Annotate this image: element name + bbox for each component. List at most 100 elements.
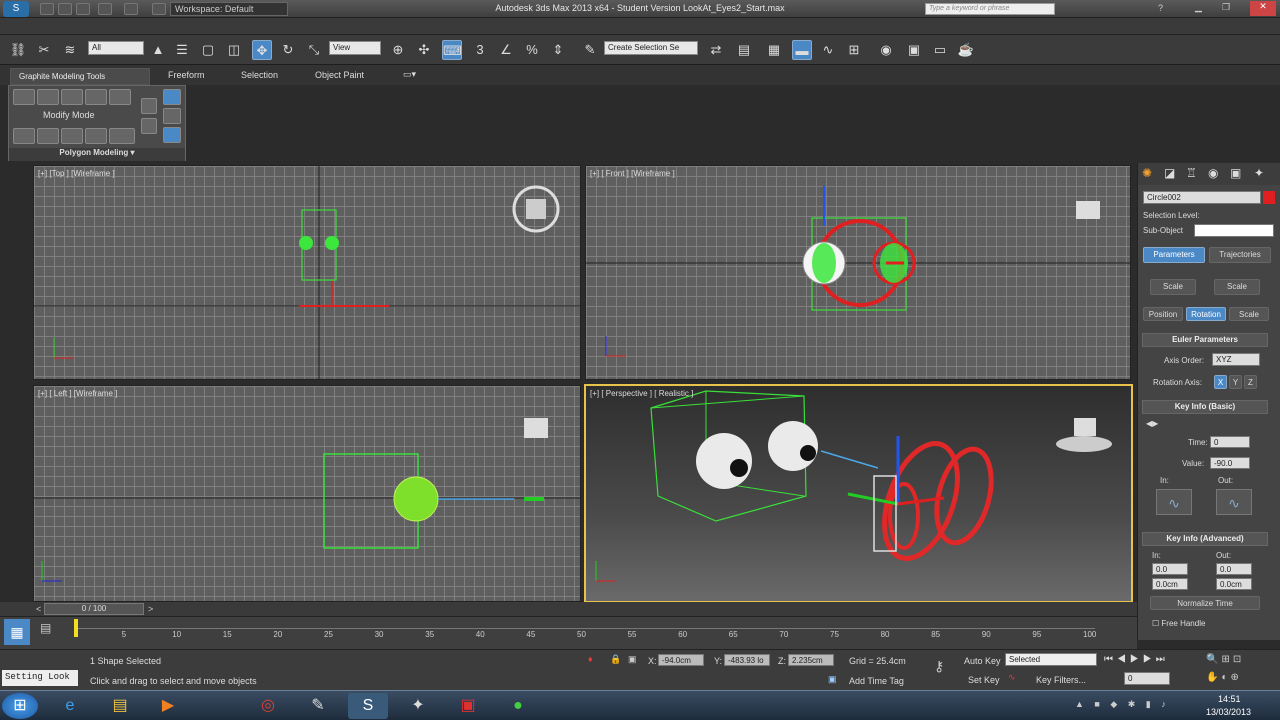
display-tab-icon[interactable]: ▣ <box>1230 166 1241 180</box>
material-editor-icon[interactable]: ◉ <box>876 40 896 60</box>
redo-icon[interactable] <box>124 3 138 15</box>
curve-editor-icon[interactable]: ∿ <box>818 40 838 60</box>
maxscript-listener[interactable]: Setting Look <box>2 670 78 686</box>
adv-out-field-2[interactable]: 0.0cm <box>1216 578 1252 590</box>
minimize-icon[interactable]: ▁ <box>1195 2 1202 13</box>
viewport-front[interactable]: [+] [ Front ] [Wireframe ] <box>585 165 1131 380</box>
timeline-current-frame-marker[interactable] <box>74 619 78 637</box>
app-icon-4[interactable]: ● <box>498 693 538 719</box>
z-coordinate-field[interactable]: 2.235cm <box>788 654 834 666</box>
parameters-tab[interactable]: Parameters <box>1143 247 1205 263</box>
ribbon-options-icon[interactable]: ▭▾ <box>403 69 416 80</box>
time-slider-next[interactable]: > <box>148 604 153 614</box>
3dsmax-taskbar-icon[interactable]: S <box>348 693 388 719</box>
key-filters-button[interactable]: Key Filters... <box>1036 675 1086 685</box>
snaps-toggle-icon[interactable]: 3 <box>470 40 490 60</box>
rect-selection-icon[interactable]: ▢ <box>198 40 218 60</box>
value-field[interactable]: -90.0 <box>1210 457 1250 469</box>
reference-coordinate-dropdown[interactable]: View <box>329 41 381 55</box>
move-icon[interactable]: ✥ <box>252 40 272 60</box>
polygon-modeling-label[interactable]: Polygon Modeling ▾ <box>9 148 185 161</box>
link-icon[interactable]: ⛓ <box>8 40 28 60</box>
bind-space-warp-icon[interactable]: ≋ <box>60 40 80 60</box>
tab-object-paint[interactable]: Object Paint <box>315 70 364 80</box>
add-time-tag[interactable]: Add Time Tag <box>849 676 904 686</box>
vertex-icon[interactable] <box>13 89 35 105</box>
normalize-time-button[interactable]: Normalize Time <box>1150 596 1260 610</box>
render-setup-icon[interactable]: ▣ <box>904 40 924 60</box>
media-player-icon[interactable]: ▶ <box>148 693 188 719</box>
clock-time[interactable]: 14:51 <box>1218 694 1241 704</box>
key-nav-arrows[interactable]: ◀▶ <box>1146 419 1158 428</box>
app-icon-1[interactable]: ✎ <box>298 693 338 719</box>
out-tangent-icon[interactable]: ∿ <box>1216 489 1252 515</box>
ribbon-side-2[interactable] <box>141 118 157 134</box>
percent-snap-icon[interactable]: % <box>522 40 542 60</box>
select-by-name-icon[interactable]: ☰ <box>172 40 192 60</box>
ribbon-side-3[interactable] <box>163 89 181 105</box>
playback-controls[interactable]: ⏮◀▶▶⏭ <box>1104 654 1169 665</box>
ribbon-tool-1[interactable] <box>13 128 35 144</box>
element-icon[interactable] <box>109 89 131 105</box>
new-icon[interactable] <box>40 3 54 15</box>
chrome-icon[interactable]: ◎ <box>248 693 288 719</box>
object-color-swatch[interactable] <box>1263 191 1275 204</box>
motion-tab-icon[interactable]: ◉ <box>1208 166 1218 180</box>
ribbon-tool-5[interactable] <box>109 128 135 144</box>
edge-icon[interactable] <box>37 89 59 105</box>
select-object-icon[interactable]: ▲ <box>148 40 168 60</box>
ribbon-side-4[interactable] <box>163 108 181 124</box>
free-handle-checkbox[interactable]: ☐ Free Handle <box>1152 619 1205 628</box>
schematic-view-icon[interactable]: ⊞ <box>844 40 864 60</box>
time-slider-thumb[interactable]: 0 / 100 <box>44 603 144 615</box>
rotate-icon[interactable]: ↻ <box>278 40 298 60</box>
tab-graphite-modeling-tools[interactable]: Graphite Modeling Tools <box>10 68 150 85</box>
trajectories-tab[interactable]: Trajectories <box>1209 247 1271 263</box>
workspace-dropdown[interactable]: Workspace: Default <box>170 2 288 16</box>
viewport-left[interactable]: [+] [ Left ] [Wireframe ] <box>33 385 581 602</box>
time-field[interactable]: 0 <box>1210 436 1250 448</box>
rotation-axis-x[interactable]: X <box>1214 375 1227 389</box>
viewport-layout-icon[interactable]: ▦ <box>4 619 30 645</box>
hierarchy-tab-icon[interactable]: ♖ <box>1186 166 1197 180</box>
ribbon-tool-4[interactable] <box>85 128 107 144</box>
viewport-perspective[interactable]: [+] [ Perspective ] [ Realistic ] <box>584 384 1133 603</box>
rendered-frame-icon[interactable]: ▭ <box>930 40 950 60</box>
spinner-snap-icon[interactable]: ⇕ <box>548 40 568 60</box>
rotation-button[interactable]: Rotation <box>1186 307 1226 321</box>
utilities-tab-icon[interactable]: ✦ <box>1254 166 1264 180</box>
create-tab-icon[interactable]: ✺ <box>1142 166 1152 180</box>
object-name-field[interactable]: Circle002 <box>1143 191 1261 204</box>
mirror-icon[interactable]: ⇄ <box>706 40 726 60</box>
explorer-icon[interactable]: ▤ <box>100 693 140 719</box>
align-icon[interactable]: ▤ <box>734 40 754 60</box>
rotation-axis-y[interactable]: Y <box>1229 375 1242 389</box>
graphite-ribbon-icon[interactable]: ▬ <box>792 40 812 60</box>
tray-icons[interactable]: ▲ ■ ◆ ✱ ▮ ♪ <box>1075 699 1170 710</box>
select-manipulate-icon[interactable]: ✣ <box>414 40 434 60</box>
angle-snap-icon[interactable]: ∠ <box>496 40 516 60</box>
viewport-top[interactable]: [+] [Top ] [Wireframe ] <box>33 165 581 380</box>
x-coordinate-field[interactable]: -94.0cm <box>658 654 704 666</box>
set-key-button[interactable]: Set Key <box>968 675 1000 685</box>
isolate-icon[interactable]: ♦ <box>588 654 593 664</box>
undo-icon[interactable] <box>98 3 112 15</box>
scale-track-button[interactable]: Scale <box>1229 307 1269 321</box>
axis-order-dropdown[interactable]: XYZ <box>1212 353 1260 366</box>
position-button[interactable]: Position <box>1143 307 1183 321</box>
named-selection-dropdown[interactable]: Create Selection Se <box>604 41 698 55</box>
euler-parameters-rollout[interactable]: Euler Parameters <box>1142 333 1268 347</box>
scale-button-2[interactable]: Scale <box>1214 279 1260 295</box>
ie-icon[interactable]: e <box>50 693 90 719</box>
close-icon[interactable]: ✕ <box>1250 1 1276 16</box>
border-icon[interactable] <box>61 89 83 105</box>
viewport-label-perspective[interactable]: [+] [ Perspective ] [ Realistic ] <box>590 389 693 398</box>
sub-object-field[interactable] <box>1194 224 1274 237</box>
edit-named-selection-icon[interactable]: ✎ <box>580 40 600 60</box>
search-input[interactable]: Type a keyword or phrase <box>925 3 1055 15</box>
help-icon[interactable]: ? <box>1158 3 1163 13</box>
modify-tab-icon[interactable]: ◪ <box>1164 166 1175 180</box>
app-icon-2[interactable]: ✦ <box>398 693 438 719</box>
mini-curve-editor-icon[interactable]: ▤ <box>40 621 51 635</box>
polygon-icon[interactable] <box>85 89 107 105</box>
